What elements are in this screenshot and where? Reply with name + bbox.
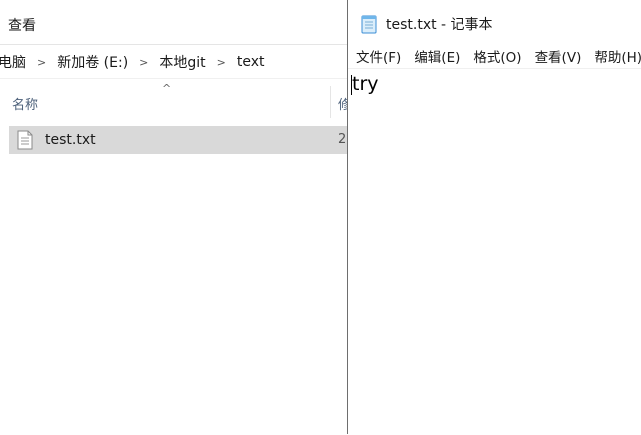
menu-view[interactable]: 查看(V) <box>529 46 588 66</box>
file-row-selected[interactable]: test.txt <box>9 126 347 154</box>
menu-file[interactable]: 文件(F) <box>348 46 407 66</box>
menu-help[interactable]: 帮助(H) <box>588 46 641 66</box>
file-name: test.txt <box>45 132 96 148</box>
chevron-right-icon[interactable]: > <box>217 56 226 69</box>
text-editor[interactable]: try <box>348 68 641 435</box>
ribbon-tab-view[interactable]: 查看 <box>8 15 36 35</box>
chevron-right-icon[interactable]: > <box>37 56 46 69</box>
column-header-name[interactable]: 名称 <box>12 94 38 113</box>
editor-content[interactable]: try <box>352 73 379 95</box>
breadcrumb-folder-text[interactable]: text <box>235 54 267 70</box>
text-file-icon <box>17 130 33 150</box>
notepad-titlebar[interactable]: test.txt - 记事本 <box>348 6 641 42</box>
column-divider[interactable] <box>330 86 331 118</box>
sort-ascending-icon: ^ <box>162 82 172 95</box>
window-title: test.txt - 记事本 <box>386 17 493 33</box>
menu-format[interactable]: 格式(O) <box>467 46 527 66</box>
file-modified-partial: 2 <box>338 132 347 147</box>
notepad-window: test.txt - 记事本 文件(F) 编辑(E) 格式(O) 查看(V) 帮… <box>347 0 641 434</box>
breadcrumb-computer[interactable]: 电脑 <box>0 52 28 72</box>
breadcrumb-drive[interactable]: 新加卷 (E:) <box>55 52 130 72</box>
menu-bar: 文件(F) 编辑(E) 格式(O) 查看(V) 帮助(H) <box>348 44 641 68</box>
menu-edit[interactable]: 编辑(E) <box>408 46 466 66</box>
chevron-right-icon[interactable]: > <box>139 56 148 69</box>
notepad-icon <box>361 15 377 34</box>
breadcrumb-folder-git[interactable]: 本地git <box>157 52 207 72</box>
